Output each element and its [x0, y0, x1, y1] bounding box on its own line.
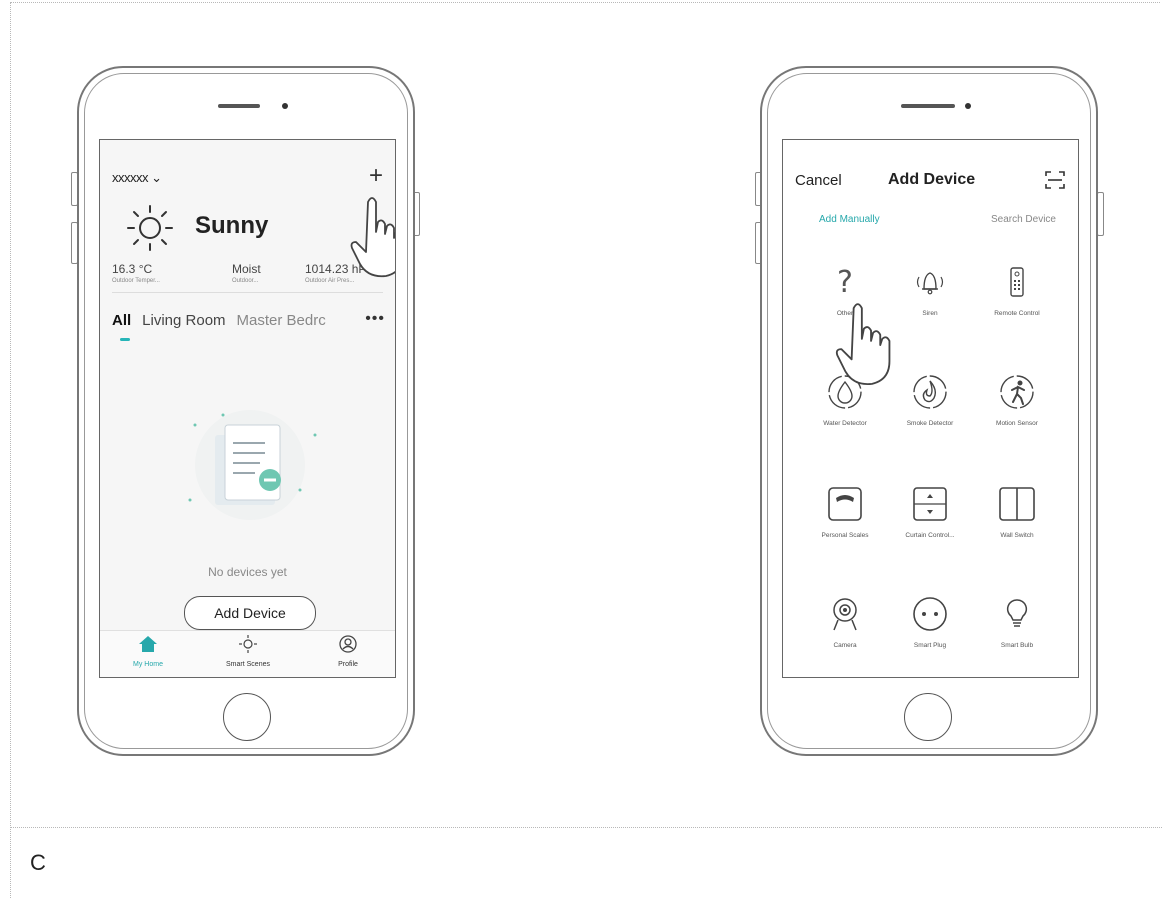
empty-list-illustration [188, 410, 317, 520]
tab-smart-scenes[interactable]: Smart Scenes [208, 635, 288, 668]
device-name: Curtain Control... [905, 532, 955, 539]
device-name: Motion Sensor [996, 420, 1038, 427]
screen-my-home: xxxxxx ⌄ + Sunny 16.3 °C Outdoor Temper.… [99, 139, 396, 678]
device-name: Smart Plug [913, 642, 947, 649]
add-device-header: Cancel Add Device Add Manually Search De… [783, 140, 1078, 240]
tab-add-manually[interactable]: Add Manually [819, 214, 880, 225]
pointing-hand-icon [350, 197, 395, 278]
curtain-icon [890, 480, 970, 528]
add-device-button[interactable]: Add Device [184, 596, 316, 630]
phone-left: xxxxxx ⌄ + Sunny 16.3 °C Outdoor Temper.… [77, 66, 415, 756]
device-wall-switch[interactable]: Wall Switch [977, 480, 1057, 540]
more-dots-icon[interactable]: ••• [365, 310, 385, 328]
speaker-grill [218, 104, 260, 108]
bottom-tab-bar: My Home Smart Scenes Profile [100, 630, 395, 677]
tab-label: Profile [338, 661, 358, 668]
tab-all[interactable]: All [112, 312, 131, 329]
tab-search-device[interactable]: Search Device [991, 214, 1056, 225]
tab-living-room[interactable]: Living Room [142, 312, 225, 329]
camera-icon [805, 590, 885, 638]
stat-value: Moist [232, 262, 261, 276]
phone-right: Cancel Add Device Add Manually Search De… [760, 66, 1098, 756]
remote-icon [977, 258, 1057, 306]
home-selector[interactable]: xxxxxx ⌄ [112, 170, 162, 186]
switch-icon [977, 480, 1057, 528]
empty-state-text: No devices yet [208, 565, 287, 579]
device-personal-scales[interactable]: Personal Scales [805, 480, 885, 540]
device-name: Remote Control [994, 310, 1040, 317]
device-name: Personal Scales [821, 532, 869, 539]
stat-humidity: Moist Outdoor... [232, 262, 261, 284]
figure-caption: C [30, 850, 46, 875]
tab-profile[interactable]: Profile [308, 635, 388, 668]
device-name: Smart Bulb [1000, 642, 1034, 649]
device-smart-bulb[interactable]: Smart Bulb [977, 590, 1057, 650]
device-name: Water Detector [823, 420, 867, 427]
device-smart-plug[interactable]: Smart Plug [890, 590, 970, 650]
tab-master-bedroom[interactable]: Master Bedrc [237, 312, 326, 329]
stat-label: Outdoor Temper... [112, 278, 160, 284]
active-tab-indicator [120, 338, 130, 341]
device-name: Camera [833, 642, 857, 649]
scale-icon [805, 480, 885, 528]
home-icon [139, 636, 157, 652]
front-camera [282, 103, 288, 109]
page-title: Add Device [888, 171, 976, 188]
device-curtain-control[interactable]: Curtain Control... [890, 480, 970, 540]
cancel-button[interactable]: Cancel [795, 172, 842, 189]
bulb-icon [977, 590, 1057, 638]
device-motion-sensor[interactable]: Motion Sensor [977, 368, 1057, 428]
motion-icon [977, 368, 1057, 416]
stat-temperature: 16.3 °C Outdoor Temper... [112, 262, 160, 284]
room-tabs: All Living Room Master Bedrc [112, 312, 337, 329]
sun-icon [127, 205, 173, 251]
speaker-grill [901, 104, 955, 108]
device-name: Smoke Detector [906, 420, 954, 427]
profile-icon [339, 635, 357, 653]
tab-label: My Home [133, 661, 163, 668]
section-divider [10, 827, 1162, 828]
tab-label: Smart Scenes [226, 661, 270, 668]
stat-label: Outdoor... [232, 278, 259, 284]
plus-icon[interactable]: + [369, 164, 383, 188]
home-button [904, 693, 952, 741]
stat-value: 16.3 °C [112, 262, 153, 276]
stats-divider [112, 292, 383, 293]
weather-label: Sunny [195, 212, 269, 239]
home-button [223, 693, 271, 741]
front-camera [965, 103, 971, 109]
power-button [1097, 192, 1104, 236]
plug-icon [890, 590, 970, 638]
tab-my-home[interactable]: My Home [108, 635, 188, 668]
device-camera[interactable]: Camera [805, 590, 885, 650]
device-remote-control[interactable]: Remote Control [977, 258, 1057, 318]
scan-icon[interactable] [1044, 170, 1066, 190]
pointing-hand-icon [835, 303, 891, 386]
screen-add-device: Cancel Add Device Add Manually Search De… [782, 139, 1079, 678]
sun-icon [239, 635, 257, 653]
device-name: Wall Switch [1000, 532, 1034, 539]
